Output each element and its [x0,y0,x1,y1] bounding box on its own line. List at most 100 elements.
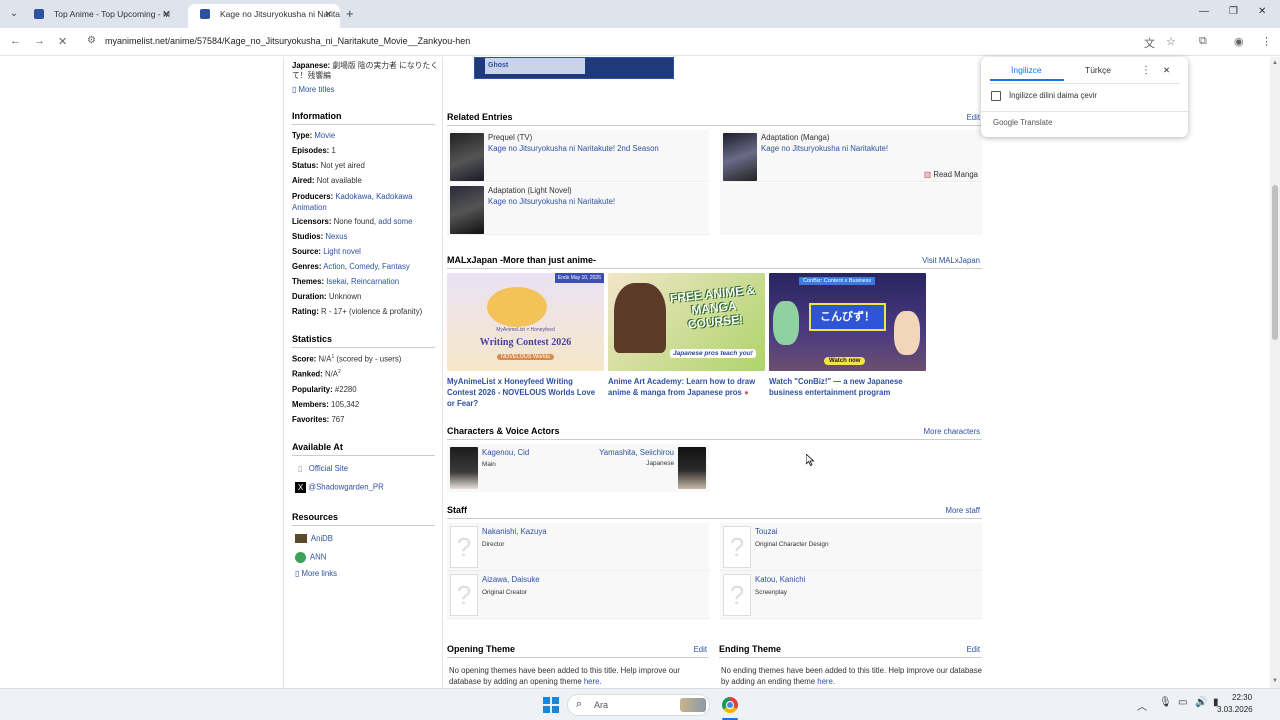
window-close-icon[interactable]: ✕ [1258,6,1266,17]
entry-title-link[interactable]: Kage no Jitsuryokusha ni Naritakute! [761,144,888,153]
promo-image[interactable]: Ends May 10, 2026 MyAnimeList × Honeyfee… [447,273,604,371]
network-icon[interactable]: ▭ [1178,697,1187,708]
top-banner-image[interactable]: Ghost [474,57,674,79]
more-staff-link[interactable]: More staff [945,506,980,515]
promo-card[interactable]: FREE ANIME & MANGA COURSE! Japanese pros… [608,273,765,398]
voice-actor-image[interactable] [678,447,706,489]
bookmark-star-icon[interactable]: ☆ [1166,35,1176,48]
staff-name-link[interactable]: Aizawa, Daisuke [482,575,540,584]
translate-options-icon[interactable]: ⋮ [1141,65,1151,76]
promo-image[interactable]: ConBiz: Content x Business こんびず！ Watch n… [769,273,926,371]
tray-overflow-icon[interactable]: ︿ [1137,698,1147,713]
entry-thumbnail[interactable] [450,133,484,181]
producer-link[interactable]: Kadokawa [335,192,371,201]
stat-label: Ranked: [292,369,323,379]
character-image[interactable] [450,447,478,489]
chrome-taskbar-icon[interactable] [722,697,738,713]
opening-edit-link[interactable]: Edit [694,645,707,654]
google-wordmark: Google [993,118,1019,127]
new-tab-icon[interactable]: + [346,6,354,21]
genre-link[interactable]: Comedy [349,262,377,271]
ending-here-link[interactable]: here [817,677,833,686]
theme-link[interactable]: Isekai [326,277,346,286]
ann-link[interactable]: ANN [295,552,326,563]
maximize-icon[interactable]: ❐ [1229,6,1238,17]
microphone-icon[interactable]: 🎙 [1159,697,1172,708]
theme-link[interactable]: Reincarnation [351,277,399,286]
tab-search-icon[interactable]: ⌄ [6,6,22,22]
translate-tab-english[interactable]: İngilizce [990,65,1064,81]
promo-card[interactable]: ConBiz: Content x Business こんびず！ Watch n… [769,273,926,398]
scrollbar-thumb[interactable] [1272,185,1278,340]
staff-name-link[interactable]: Touzai [755,527,778,536]
entry-thumbnail[interactable] [723,133,757,181]
taskbar-search-box[interactable]: ⌕ Ara [567,694,710,716]
official-site-link[interactable]: ▯ Official Site [298,464,348,473]
translate-icon[interactable]: 文 [1144,35,1155,51]
menu-icon[interactable]: ⋮ [1261,35,1272,48]
twitter-label[interactable]: @Shadowgarden_PR [308,483,384,492]
type-link[interactable]: Movie [314,131,335,140]
stat-ranked: Ranked: N/A2 [292,369,341,379]
related-edit-link[interactable]: Edit [967,113,980,122]
genre-link[interactable]: Action [323,262,345,271]
taskbar-date[interactable]: 3.03.2026 [1217,705,1253,714]
tab-kage-no-jitsuryokusha[interactable]: Kage no Jitsuryokusha ni Narita ✕ [188,4,340,28]
minimize-icon[interactable]: — [1199,6,1209,17]
anidb-label[interactable]: AniDB [311,534,333,543]
ending-edit-link[interactable]: Edit [967,645,980,654]
person-placeholder-icon[interactable]: ? [450,526,478,568]
promo-caption-link[interactable]: Watch "ConBiz!" — a new Japanese busines… [769,376,926,398]
entry-title-link[interactable]: Kage no Jitsuryokusha ni Naritakute! 2nd… [488,144,659,153]
entry-title-link[interactable]: Kage no Jitsuryokusha ni Naritakute! [488,197,615,206]
voice-actor-link[interactable]: Yamashita, Seiichirou [599,448,674,457]
address-bar[interactable]: ⚙ myanimelist.net/anime/57584/Kage_no_Ji… [80,32,1190,52]
translate-tab-turkish[interactable]: Türkçe [1085,65,1111,75]
person-placeholder-icon[interactable]: ? [450,574,478,616]
twitter-link[interactable]: X @Shadowgarden_PR [295,482,384,493]
entry-thumbnail[interactable] [450,186,484,234]
scroll-up-icon[interactable]: ▲ [1272,60,1278,66]
more-links-link[interactable]: ▯ More links [295,569,337,578]
scroll-down-icon[interactable]: ▼ [1272,678,1278,684]
url-text[interactable]: myanimelist.net/anime/57584/Kage_no_Jits… [105,36,470,46]
tab-close-icon[interactable]: ✕ [324,4,332,24]
page-scrollbar[interactable]: ▲ ▼ [1270,57,1280,688]
staff-name-link[interactable]: Katou, Kanichi [755,575,805,584]
read-manga-link[interactable]: ▥ Read Manga [924,170,978,179]
add-licensor-link[interactable]: add some [378,217,412,226]
ann-label[interactable]: ANN [310,553,326,562]
opening-here-link[interactable]: here [584,677,600,686]
tab-top-anime[interactable]: Top Anime - Top Upcoming - M ✕ [22,4,178,28]
windows-start-icon[interactable] [543,697,559,713]
visit-malxjapan-link[interactable]: Visit MALxJapan [922,256,980,265]
person-placeholder-icon[interactable]: ? [723,526,751,568]
promo-image[interactable]: FREE ANIME & MANGA COURSE! Japanese pros… [608,273,765,371]
genre-link[interactable]: Fantasy [382,262,410,271]
studio-link[interactable]: Nexus [325,232,347,241]
volume-icon[interactable]: 🔊 [1195,697,1207,708]
anidb-link[interactable]: AniDB [295,534,333,544]
source-link[interactable]: Light novel [323,247,361,256]
extensions-icon[interactable]: ⧉ [1199,35,1207,48]
forward-icon[interactable]: → [34,35,45,47]
more-titles-link[interactable]: ▯ More titles [292,85,334,94]
tab-close-icon[interactable]: ✕ [162,4,170,24]
person-placeholder-icon[interactable]: ? [723,574,751,616]
back-icon[interactable]: ← [10,35,21,47]
promo-card[interactable]: Ends May 10, 2026 MyAnimeList × Honeyfee… [447,273,604,409]
translate-close-icon[interactable]: ✕ [1163,65,1170,76]
character-name-link[interactable]: Kagenou, Cid [482,448,529,457]
site-info-icon[interactable]: ⚙ [87,35,96,46]
promo-caption-link[interactable]: MyAnimeList x Honeyfeed Writing Contest … [447,376,604,409]
promo-caption-link[interactable]: Anime Art Academy: Learn how to draw ani… [608,376,765,398]
profile-icon[interactable]: ◉ [1234,35,1244,48]
staff-row: ? Touzai Original Character Design [720,523,982,571]
official-site-label[interactable]: Official Site [309,464,348,473]
taskbar-time[interactable]: 22:30 [1232,693,1252,702]
more-characters-link[interactable]: More characters [924,427,980,436]
staff-name-link[interactable]: Nakanishi, Kazuya [482,527,547,536]
promo-banner-sub: Japanese pros teach you! [670,349,756,358]
always-translate-checkbox[interactable] [991,91,1001,101]
stop-loading-icon[interactable]: ✕ [58,35,67,48]
